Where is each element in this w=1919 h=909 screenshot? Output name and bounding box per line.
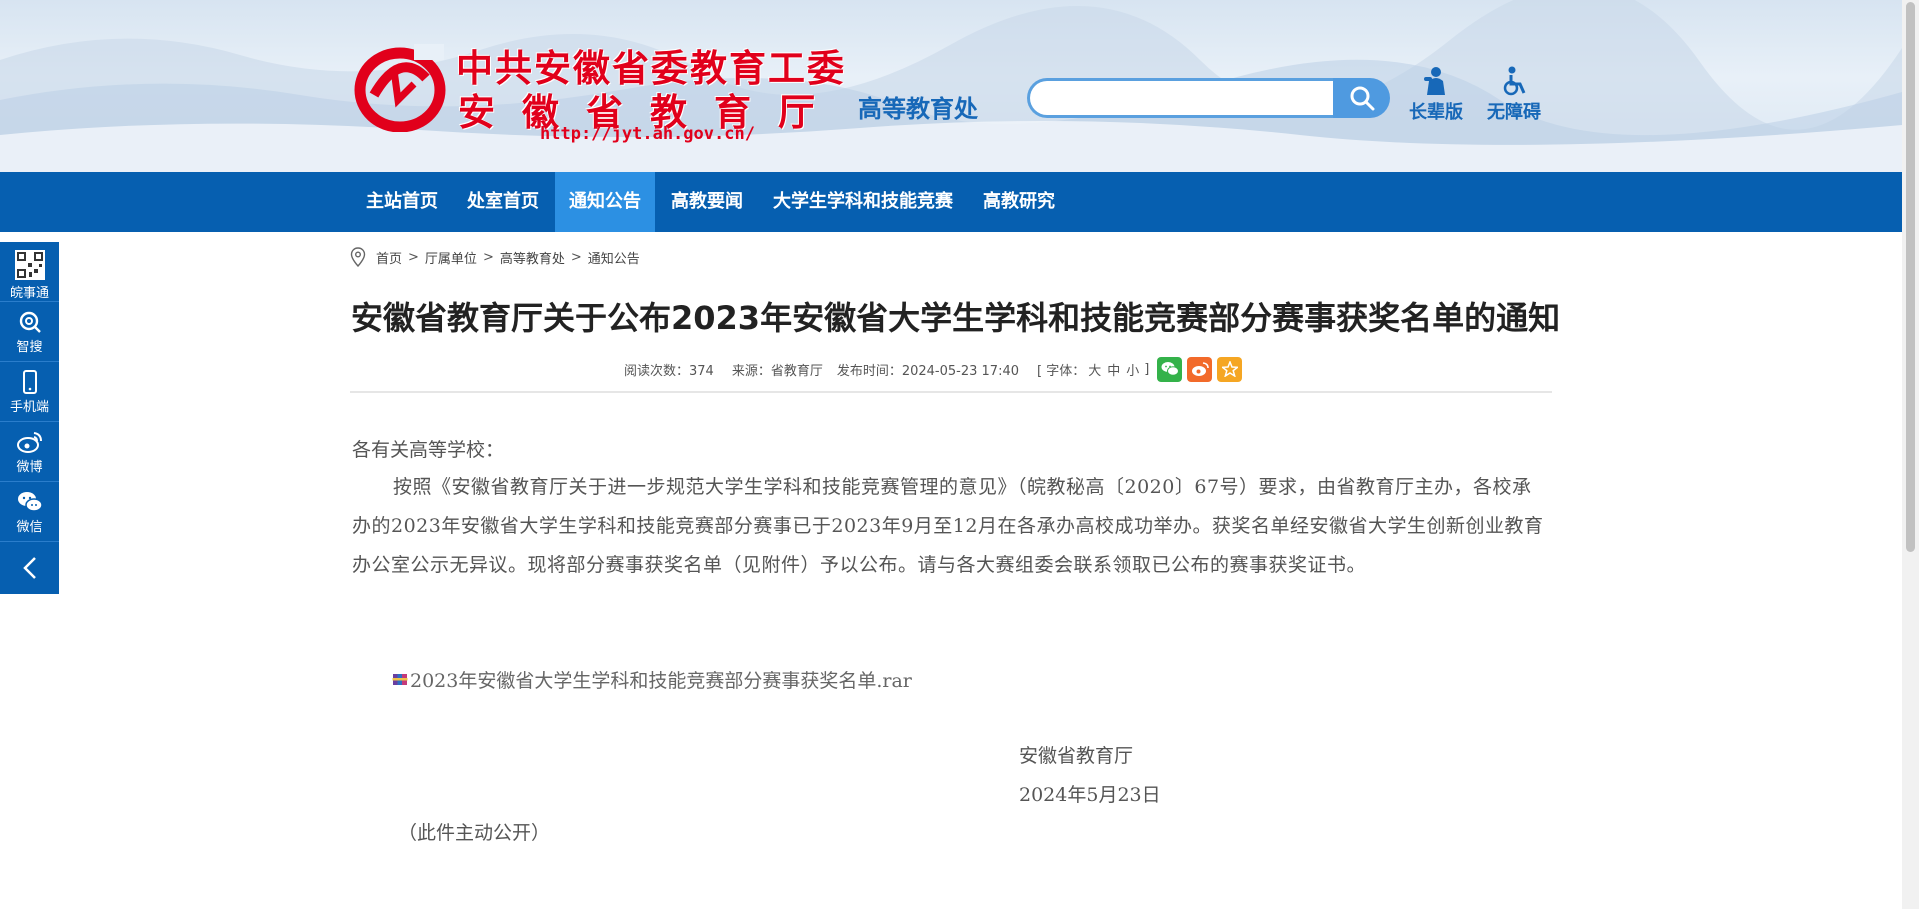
article-source: 来源：省教育厅 xyxy=(731,363,823,379)
share-weibo-button[interactable] xyxy=(1187,356,1213,382)
floatbar-item-wanshitong[interactable]: 皖事通 xyxy=(0,242,59,302)
publish-time: 发布时间：2024-05-23 17:40 xyxy=(836,363,1019,379)
qrcode-icon xyxy=(14,250,45,280)
nav-item-dept-home[interactable]: 处室首页 xyxy=(453,172,553,232)
floatbar-label-weibo: 微博 xyxy=(16,460,43,475)
signature-date: 2024年5月23日 xyxy=(1019,784,1161,806)
chevron-left-icon xyxy=(22,557,36,579)
section-name: 高等教育处 xyxy=(858,95,978,123)
wechat-share-icon xyxy=(1161,362,1179,376)
title-divider xyxy=(350,391,1552,393)
article-meta: 阅读次数：374 来源：省教育厅 发布时间：2024-05-23 17:40 [… xyxy=(624,355,1243,383)
breadcrumb-separator: > xyxy=(570,249,582,265)
accessibility-icon xyxy=(1503,66,1526,96)
nav-item-news[interactable]: 高教要闻 xyxy=(657,172,757,232)
smart-search-icon xyxy=(19,311,41,333)
floatbar-item-weibo[interactable]: 微博 xyxy=(0,422,59,482)
floatbar-label-wechat: 微信 xyxy=(16,520,43,535)
floatbar-item-mobile[interactable]: 手机端 xyxy=(0,362,59,422)
mobile-icon xyxy=(22,370,37,394)
breadcrumb-separator: > xyxy=(482,249,494,265)
breadcrumb-home[interactable]: 首页 xyxy=(376,248,402,267)
accessibility-label: 无障碍 xyxy=(1487,102,1541,123)
disclosure-note: （此件主动公开） xyxy=(398,822,551,844)
page-scrollbar[interactable] xyxy=(1902,0,1919,909)
nav-item-research[interactable]: 高教研究 xyxy=(969,172,1069,232)
font-size-label: [ 字体： xyxy=(1037,363,1086,379)
floatbar-label-wanshitong: 皖事通 xyxy=(9,286,49,301)
elder-mode-link[interactable]: 长辈版 xyxy=(1401,66,1471,124)
elder-icon xyxy=(1424,67,1445,95)
floatbar-item-wechat[interactable]: 微信 xyxy=(0,482,59,542)
mountain-background xyxy=(0,0,1902,172)
search-button[interactable] xyxy=(1333,78,1390,118)
scrollbar-thumb[interactable] xyxy=(1906,2,1915,552)
font-size-label-close: ] xyxy=(1144,361,1150,377)
font-size-large[interactable]: 大 xyxy=(1088,360,1101,379)
nav-item-notices[interactable]: 通知公告 xyxy=(555,172,655,232)
article-title: 安徽省教育厅关于公布2023年安徽省大学生学科和技能竞赛部分赛事获奖名单的通知 xyxy=(351,299,1561,337)
breadcrumb-notices[interactable]: 通知公告 xyxy=(588,248,640,267)
rar-file-icon xyxy=(392,674,408,685)
search-input[interactable] xyxy=(1027,78,1333,118)
view-count: 阅读次数：374 xyxy=(624,363,714,379)
signature-org: 安徽省教育厅 xyxy=(1019,745,1134,767)
attachment-link[interactable]: 2023年安徽省大学生学科和技能竞赛部分赛事获奖名单.rar xyxy=(392,664,912,694)
breadcrumb-separator: > xyxy=(408,249,419,265)
nav-item-main-home[interactable]: 主站首页 xyxy=(352,172,452,232)
breadcrumb-higher-ed[interactable]: 高等教育处 xyxy=(500,248,565,267)
side-float-bar: 皖事通 智搜 手机端 微博 微信 xyxy=(0,242,59,594)
share-wechat-button[interactable] xyxy=(1157,356,1183,382)
favorite-button[interactable] xyxy=(1217,356,1243,382)
wechat-icon xyxy=(17,492,43,512)
font-size-small[interactable]: 小 xyxy=(1126,360,1139,379)
logo-url: http://jyt.ah.gov.cn/ xyxy=(540,124,755,144)
site-header: 中共安徽省委教育工委 安徽省教育厅 http://jyt.ah.gov.cn/ … xyxy=(0,0,1902,172)
search-icon xyxy=(1350,86,1374,111)
logo-e-icon xyxy=(354,44,446,132)
font-size-medium[interactable]: 中 xyxy=(1107,360,1120,379)
main-nav: 主站首页 处室首页 通知公告 高教要闻 大学生学科和技能竞赛 高教研究 xyxy=(0,172,1902,232)
floatbar-label-smart-search: 智搜 xyxy=(16,340,43,355)
weibo-icon xyxy=(16,432,42,453)
breadcrumb: 首页 > 厅属单位 > 高等教育处 > 通知公告 xyxy=(350,246,640,268)
location-pin-icon xyxy=(350,247,366,267)
floatbar-item-smart-search[interactable]: 智搜 xyxy=(0,302,59,362)
favorite-star-icon xyxy=(1221,361,1238,377)
weibo-share-icon xyxy=(1191,362,1209,376)
floatbar-label-mobile: 手机端 xyxy=(9,400,49,415)
salutation: 各有关高等学校： xyxy=(352,439,505,461)
body-paragraph: 按照《安徽省教育厅关于进一步规范大学生学科和技能竞赛管理的意见》（皖教秘高〔20… xyxy=(352,476,1544,576)
elder-mode-label: 长辈版 xyxy=(1409,102,1463,123)
attachment-filename: 2023年安徽省大学生学科和技能竞赛部分赛事获奖名单.rar xyxy=(410,669,912,692)
floatbar-collapse-button[interactable] xyxy=(0,542,59,594)
nav-item-competitions[interactable]: 大学生学科和技能竞赛 xyxy=(759,172,967,232)
breadcrumb-affiliates[interactable]: 厅属单位 xyxy=(425,248,477,267)
accessibility-link[interactable]: 无障碍 xyxy=(1479,66,1549,124)
